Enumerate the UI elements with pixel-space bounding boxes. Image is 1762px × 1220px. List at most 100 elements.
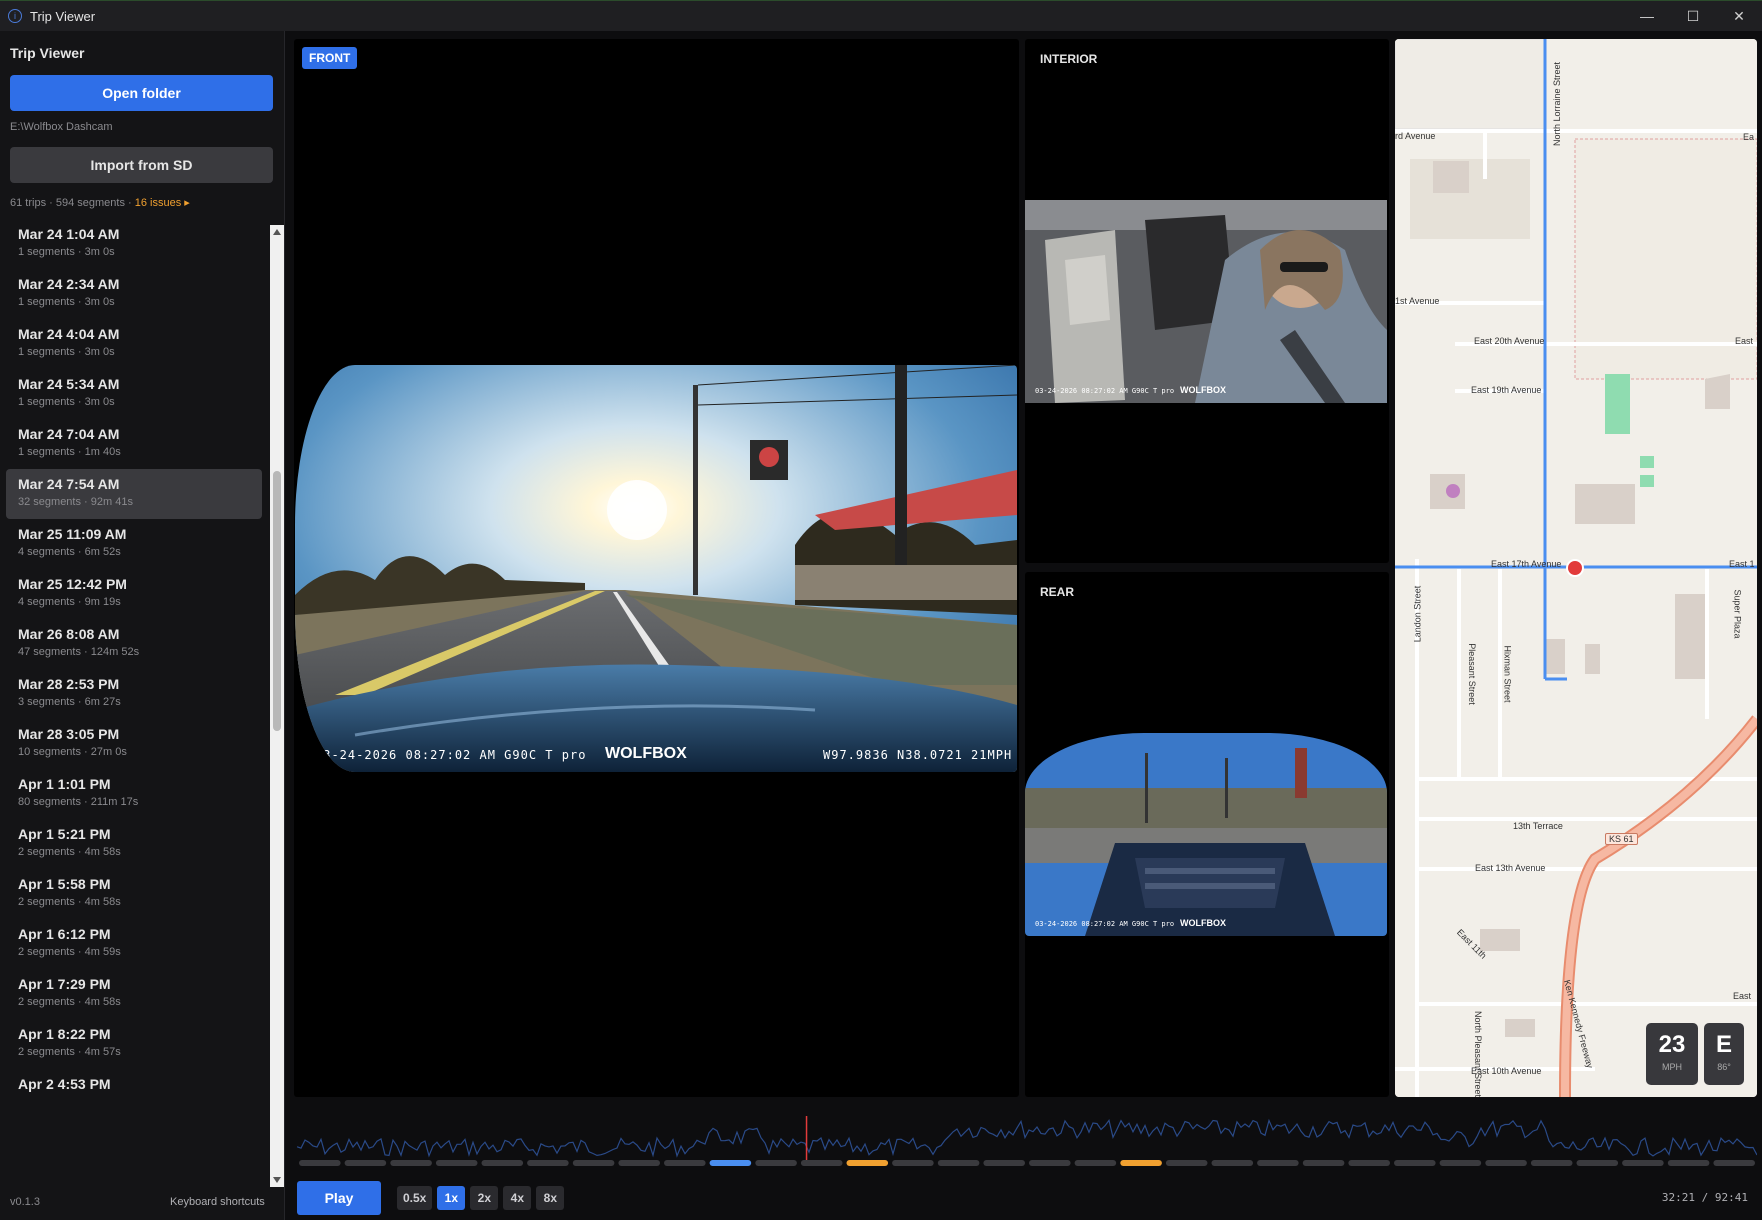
timeline-segment[interactable] [1439, 1160, 1482, 1166]
timeline-segment[interactable] [800, 1160, 843, 1166]
timeline-segment[interactable] [1530, 1160, 1573, 1166]
timeline-segment[interactable] [435, 1160, 478, 1166]
timeline-segment[interactable] [1576, 1160, 1619, 1166]
timeline-segment[interactable] [481, 1160, 524, 1166]
rear-camera-label: REAR [1040, 585, 1075, 599]
trip-item-subtitle: 2 segments · 4m 58s [18, 996, 121, 1008]
timeline-segment[interactable] [618, 1160, 660, 1166]
sidebar: Trip Viewer Open folder E:\Wolfbox Dashc… [0, 31, 285, 1220]
speed-button[interactable]: 8x [536, 1186, 565, 1210]
time-readout: 32:21 / 92:41 [1661, 1191, 1748, 1204]
timeline-segment[interactable] [1348, 1160, 1390, 1166]
front-camera-badge[interactable]: FRONT [302, 47, 358, 69]
timeline-segment[interactable] [527, 1160, 569, 1166]
speed-button[interactable]: 2x [470, 1186, 499, 1210]
speed-button[interactable]: 4x [503, 1186, 532, 1210]
timeline-segment[interactable] [390, 1160, 432, 1166]
trip-item[interactable]: Mar 24 7:54 AM 32 segments · 92m 41s [6, 469, 262, 519]
timeline-segment[interactable] [1394, 1160, 1436, 1166]
timeline-segment[interactable] [1667, 1160, 1710, 1166]
trip-item[interactable]: Apr 1 1:01 PM 80 segments · 211m 17s [6, 769, 262, 819]
trip-item[interactable]: Mar 26 8:08 AM 47 segments · 124m 52s [6, 619, 262, 669]
map-canvas [1395, 39, 1757, 1097]
trip-item-subtitle: 1 segments · 1m 40s [18, 446, 121, 458]
trip-item[interactable]: Apr 1 8:22 PM 2 segments · 4m 57s [6, 1019, 262, 1069]
play-button[interactable]: Play [297, 1181, 381, 1215]
trip-item[interactable]: Apr 1 5:21 PM 2 segments · 4m 58s [6, 819, 262, 869]
trip-item-subtitle: 2 segments · 4m 59s [18, 946, 121, 958]
trip-item[interactable]: Apr 1 6:12 PM 2 segments · 4m 59s [6, 919, 262, 969]
playback-controls: Play 0.5x 1x 2x 4x 8x [297, 1181, 565, 1215]
map-panel[interactable]: rd Avenue 1st Avenue East 20th Avenue Ea… [1395, 39, 1757, 1097]
trip-item[interactable]: Mar 28 3:05 PM 10 segments · 27m 0s [6, 719, 262, 769]
interior-osd-brand: WOLFBOX [1180, 385, 1226, 395]
front-camera-frame [295, 365, 1017, 772]
timeline-segment[interactable] [299, 1160, 341, 1166]
minimize-button[interactable]: — [1624, 1, 1670, 31]
timeline-segment[interactable] [1120, 1160, 1162, 1166]
map-label-street: 1st Avenue [1395, 296, 1440, 306]
trip-list-scrollbar[interactable] [270, 225, 284, 1187]
timeline-segment[interactable] [344, 1160, 387, 1166]
interior-camera-label: INTERIOR [1040, 52, 1098, 66]
trip-item-title: Mar 25 12:42 PM [18, 576, 127, 592]
timeline-segment[interactable] [983, 1160, 1025, 1166]
trip-item[interactable]: Apr 2 4:53 PM [6, 1069, 262, 1119]
timeline-segment[interactable] [755, 1160, 797, 1166]
timeline-segment[interactable] [709, 1160, 752, 1166]
timeline-segment[interactable] [1029, 1160, 1071, 1166]
interior-camera-frame [1025, 200, 1387, 403]
scroll-up-icon[interactable] [273, 229, 281, 235]
map-label-street: North Pleasant Street [1473, 1010, 1484, 1097]
scroll-down-icon[interactable] [273, 1177, 281, 1183]
trip-item[interactable]: Mar 24 7:04 AM 1 segments · 1m 40s [6, 419, 262, 469]
front-camera-video[interactable]: 03-24-2026 08:27:02 AM G90C T pro WOLFBO… [295, 365, 1017, 772]
map-label-street: North Lorraine Street [1552, 61, 1563, 147]
heading-degrees: 86° [1717, 1062, 1731, 1072]
scrollbar-thumb[interactable] [273, 471, 281, 731]
close-button[interactable]: ✕ [1716, 1, 1762, 31]
timeline-segment[interactable] [1074, 1160, 1117, 1166]
timeline-segment[interactable] [1165, 1160, 1208, 1166]
rear-camera-video[interactable]: 03-24-2026 08:27:02 AM G90C T pro WOLFBO… [1025, 733, 1387, 936]
trip-item[interactable]: Apr 1 7:29 PM 2 segments · 4m 58s [6, 969, 262, 1019]
trip-item[interactable]: Mar 25 11:09 AM 4 segments · 6m 52s [6, 519, 262, 569]
timeline-segment[interactable] [664, 1160, 706, 1166]
timeline-segment[interactable] [892, 1160, 934, 1166]
timeline-segment[interactable] [1485, 1160, 1527, 1166]
timeline-segment[interactable] [1622, 1160, 1664, 1166]
maximize-button[interactable]: ☐ [1670, 1, 1716, 31]
interior-camera-video[interactable]: 03-24-2026 08:27:02 AM G90C T pro WOLFBO… [1025, 200, 1387, 403]
timeline-segment[interactable] [1257, 1160, 1299, 1166]
keyboard-shortcuts-link[interactable]: Keyboard shortcuts [170, 1196, 265, 1208]
map-label-highway: KS 61 [1605, 833, 1638, 845]
timeline-scrubber[interactable] [296, 1108, 1758, 1168]
trip-item[interactable]: Mar 24 1:04 AM 1 segments · 3m 0s [6, 225, 262, 269]
trip-item-title: Mar 24 1:04 AM [18, 226, 120, 242]
trip-item-title: Mar 28 2:53 PM [18, 676, 120, 692]
app-icon: i [8, 9, 22, 23]
timeline-segment[interactable] [1713, 1160, 1755, 1166]
import-from-sd-button[interactable]: Import from SD [10, 147, 273, 183]
map-label-street: East 19th Avenue [1471, 385, 1542, 395]
trip-item[interactable]: Mar 28 2:53 PM 3 segments · 6m 27s [6, 669, 262, 719]
open-folder-button[interactable]: Open folder [10, 75, 273, 111]
timeline-segment[interactable] [937, 1160, 980, 1166]
trip-item[interactable]: Mar 24 2:34 AM 1 segments · 3m 0s [6, 269, 262, 319]
trip-item[interactable]: Mar 25 12:42 PM 4 segments · 9m 19s [6, 569, 262, 619]
timeline-segment[interactable] [846, 1160, 889, 1166]
trip-item-subtitle: 47 segments · 124m 52s [18, 646, 140, 658]
map-label-street: East 20th Avenue [1474, 336, 1545, 346]
speed-value: 23 [1658, 1031, 1686, 1058]
timeline-segment[interactable] [1302, 1160, 1345, 1166]
speed-button[interactable]: 0.5x [397, 1186, 433, 1210]
issues-link[interactable]: 16 issues ▸ [135, 197, 190, 209]
trip-item[interactable]: Mar 24 5:34 AM 1 segments · 3m 0s [6, 369, 262, 419]
speed-button[interactable]: 1x [437, 1186, 466, 1210]
timeline-segment[interactable] [1211, 1160, 1254, 1166]
title-bar: i Trip Viewer — ☐ ✕ [0, 0, 1762, 31]
front-osd-timestamp: 03-24-2026 08:27:02 AM G90C T pro [315, 748, 587, 762]
trip-item[interactable]: Mar 24 4:04 AM 1 segments · 3m 0s [6, 319, 262, 369]
timeline-segment[interactable] [572, 1160, 615, 1166]
trip-item[interactable]: Apr 1 5:58 PM 2 segments · 4m 58s [6, 869, 262, 919]
